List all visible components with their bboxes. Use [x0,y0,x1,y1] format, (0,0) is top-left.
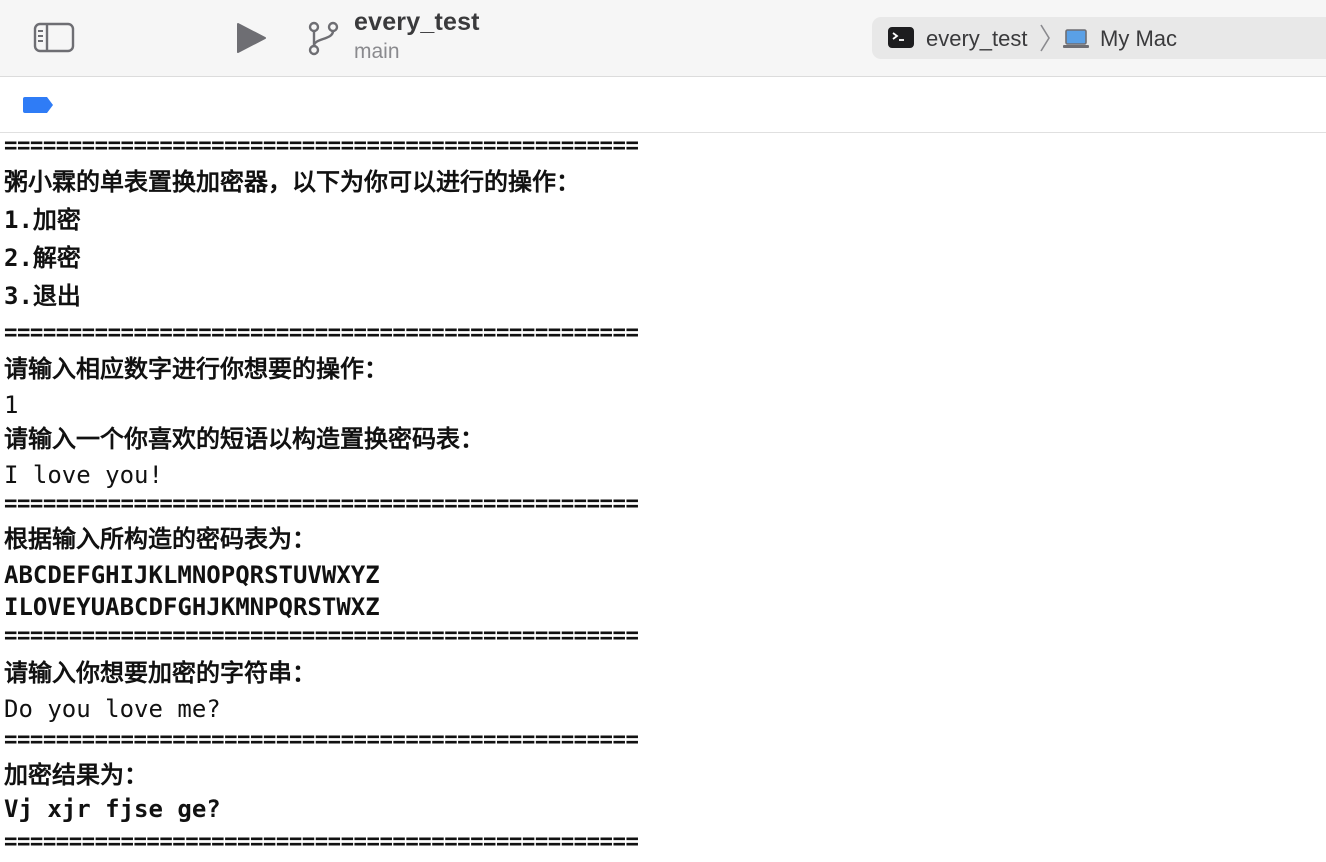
console-line: 3.退出 [4,282,81,310]
console-line: 请输入相应数字进行你想要的操作： [4,355,388,383]
console-line: 1.加密 [4,206,81,234]
scheme-selector[interactable]: every_test My Mac [872,17,1326,59]
console-line: ILOVEYUABCDFGHJKMNPQRSTWXZ [4,593,380,621]
console-line: 请输入你想要加密的字符串： [4,659,316,687]
branch-name[interactable]: main [354,40,400,64]
project-name[interactable]: every_test [354,8,480,37]
console-line: I love you! [4,461,163,489]
chevron-right-icon [1040,24,1050,52]
console-line: Vj xjr fjse ge? [4,795,221,823]
run-destination-label[interactable]: My Mac [1100,26,1177,52]
console-line: 1 [4,391,19,419]
console-line: 加密结果为： [4,761,148,789]
tag-icon[interactable] [22,96,54,114]
scheme-target-label[interactable]: every_test [926,26,1028,52]
console-line: ABCDEFGHIJKLMNOPQRSTUVWXYZ [4,561,380,589]
console-line: 请输入一个你喜欢的短语以构造置换密码表： [4,425,484,453]
console-separator-line: ========================================… [4,320,639,346]
console-separator-line: ========================================… [4,491,639,517]
console-separator-line: ========================================… [4,829,639,855]
console-line: 粥小霖的单表置换加密器，以下为你可以进行的操作： [4,168,580,196]
laptop-icon [1063,29,1089,48]
play-icon[interactable] [234,22,268,54]
console-separator-line: ========================================… [4,623,639,649]
console-line: 根据输入所构造的密码表为： [4,525,316,553]
console-line: Do you love me? [4,695,221,723]
console-separator-line: ========================================… [4,133,639,159]
xcode-toolbar: every_test main every_test My Mac [0,0,1326,77]
console-separator-line: ========================================… [4,727,639,753]
console-filter-bar [0,77,1326,133]
terminal-icon [888,27,914,48]
git-branch-icon [308,21,339,56]
console-line: 2.解密 [4,244,81,272]
sidebar-left-icon[interactable] [33,22,75,53]
